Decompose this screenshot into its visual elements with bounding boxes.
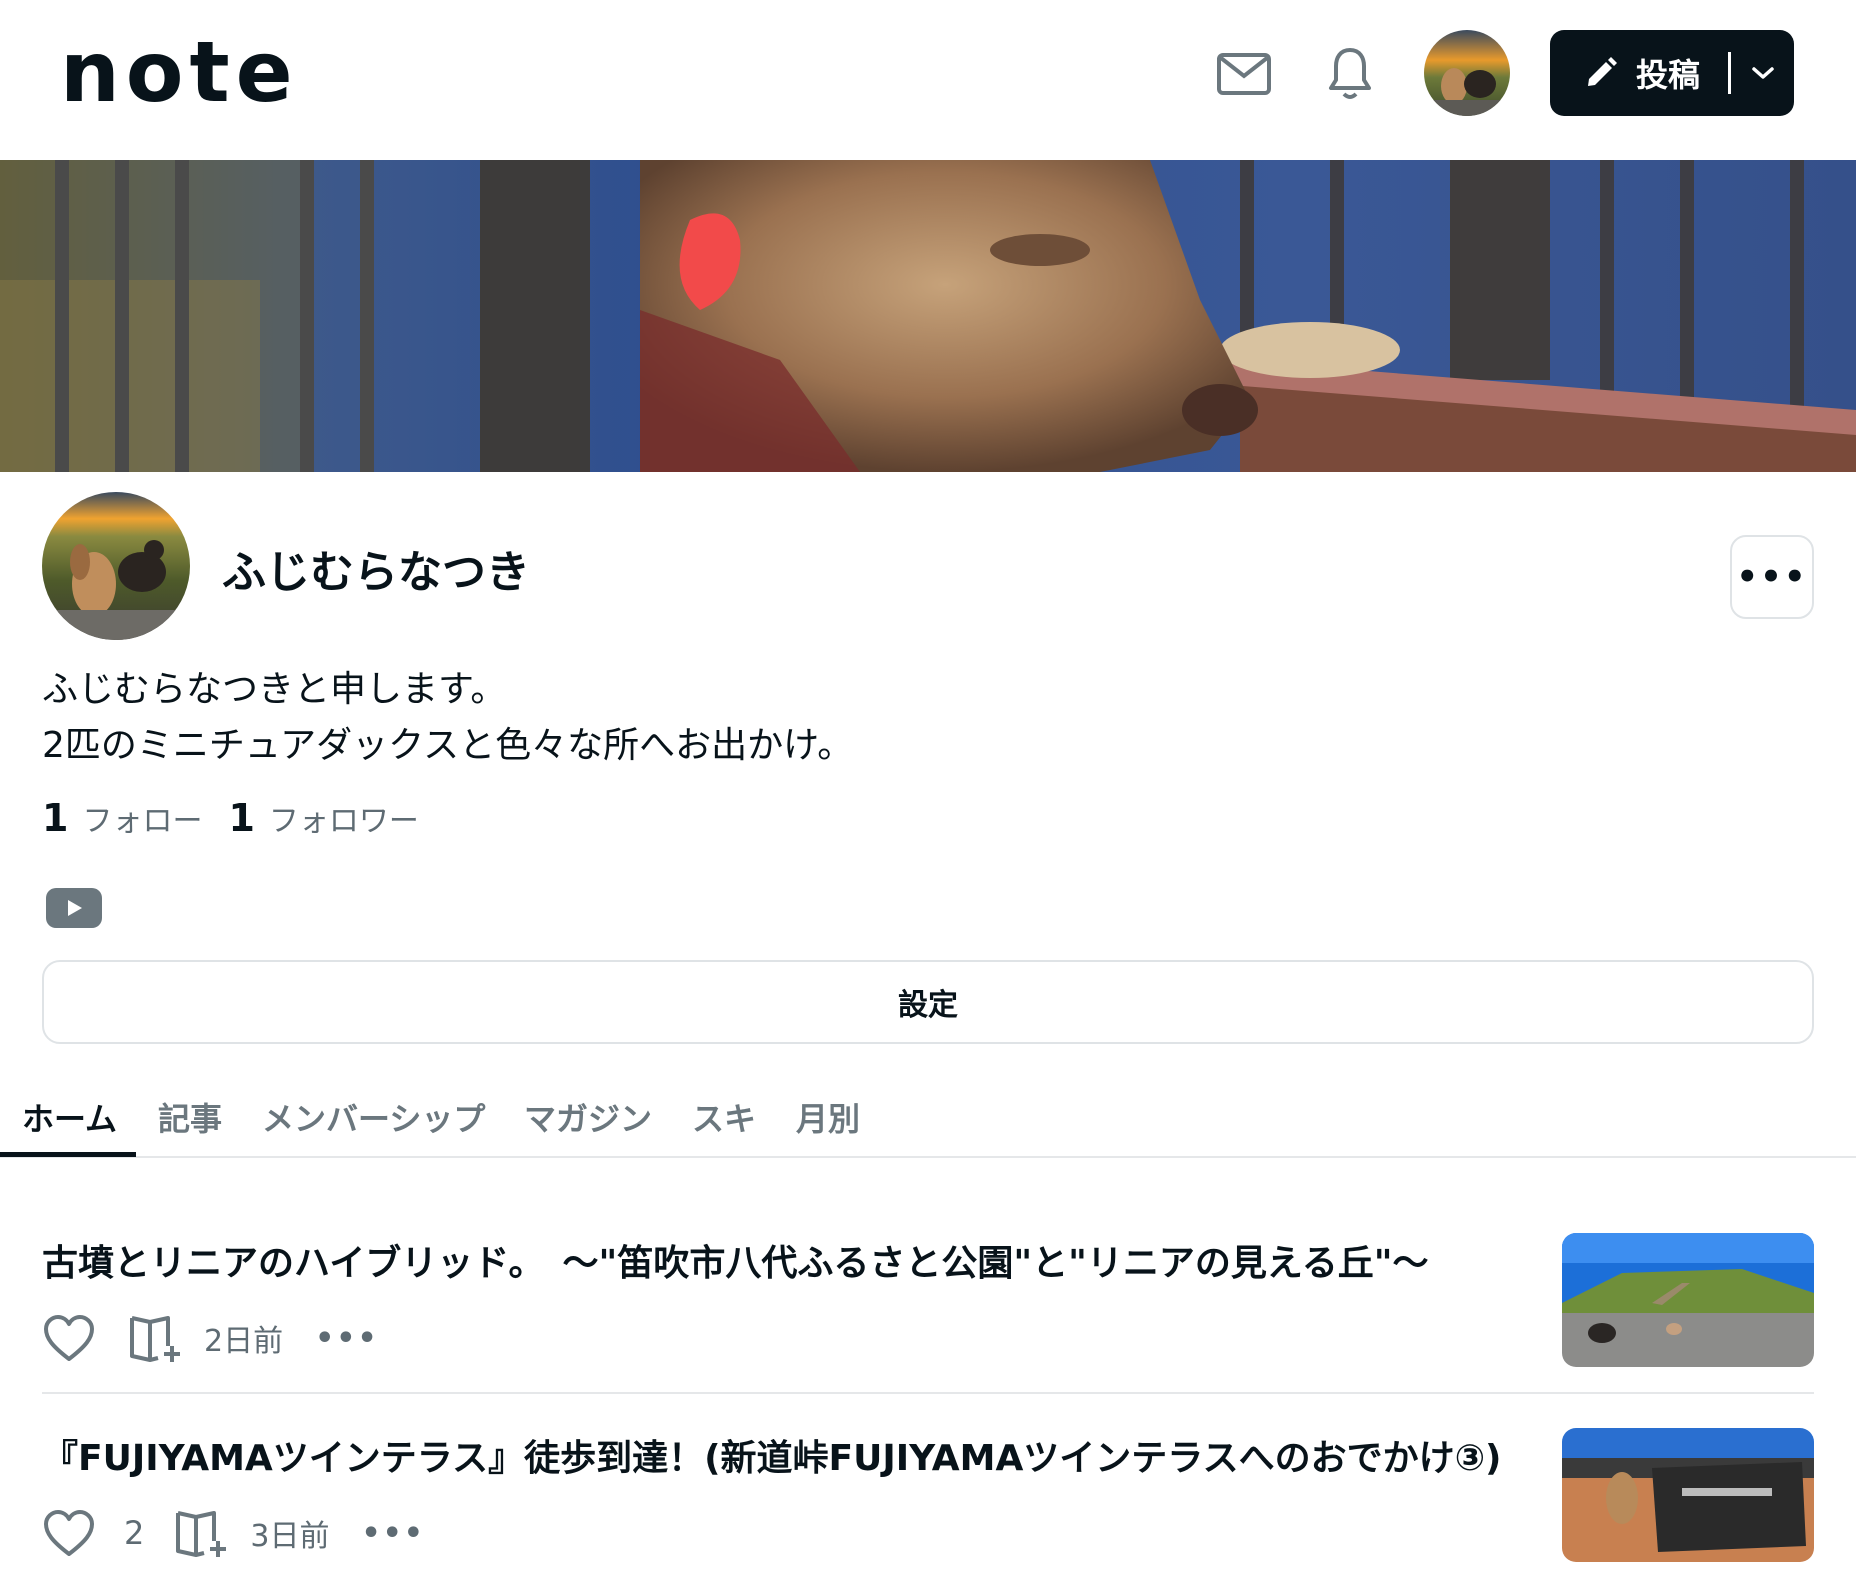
- youtube-icon[interactable]: [46, 888, 102, 928]
- note-logo[interactable]: note: [60, 30, 299, 114]
- profile-name: ふじむらなつき: [222, 547, 530, 598]
- article-time: 2日前: [204, 1324, 284, 1359]
- user-avatar[interactable]: [1424, 30, 1510, 116]
- profile-bio: ふじむらなつきと申します。 2匹のミニチュアダックスと色々な所へお出かけ。: [42, 662, 853, 774]
- tab-monthly[interactable]: 月別: [796, 1094, 860, 1140]
- article-thumbnail[interactable]: [1562, 1428, 1814, 1562]
- like-count[interactable]: 2: [124, 1514, 144, 1552]
- article-item[interactable]: 『FUJIYAMAツインテラス』徒歩到達！(新道峠FUJIYAMAツインテラスへ…: [42, 1425, 1814, 1575]
- article-meta: 2 3日前 •••: [42, 1507, 425, 1559]
- article-item[interactable]: 古墳とリニアのハイブリッド。 〜"笛吹市八代ふるさと公園"と"リニアの見える丘"…: [42, 1230, 1814, 1380]
- profile-avatar[interactable]: [42, 492, 190, 640]
- bell-icon[interactable]: [1318, 42, 1382, 106]
- profile-more-button[interactable]: •••: [1730, 535, 1814, 619]
- post-button[interactable]: 投稿: [1550, 30, 1794, 116]
- tab-magazine[interactable]: マガジン: [524, 1094, 652, 1140]
- heart-icon[interactable]: [42, 1312, 98, 1364]
- profile-tabs: ホーム 記事 メンバーシップ マガジン スキ 月別: [0, 1080, 1856, 1158]
- mail-icon[interactable]: [1212, 42, 1276, 106]
- bio-line: ふじむらなつきと申します。: [42, 669, 507, 710]
- magazine-add-icon[interactable]: [128, 1312, 184, 1364]
- article-title[interactable]: 古墳とリニアのハイブリッド。 〜"笛吹市八代ふるさと公園"と"リニアの見える丘"…: [42, 1234, 1429, 1286]
- pencil-icon: [1584, 54, 1622, 92]
- article-title[interactable]: 『FUJIYAMAツインテラス』徒歩到達！(新道峠FUJIYAMAツインテラスへ…: [42, 1429, 1502, 1481]
- article-time: 3日前: [250, 1519, 330, 1554]
- heart-icon[interactable]: [42, 1507, 98, 1559]
- post-button-label: 投稿: [1636, 56, 1701, 94]
- followers-count[interactable]: 1: [228, 796, 254, 840]
- followers-label[interactable]: フォロワー: [269, 796, 419, 840]
- article-more-button[interactable]: •••: [361, 1516, 425, 1551]
- article-separator: [42, 1392, 1814, 1394]
- tab-likes[interactable]: スキ: [692, 1094, 756, 1140]
- settings-button[interactable]: 設定: [42, 960, 1814, 1044]
- tab-home[interactable]: ホーム: [22, 1094, 117, 1140]
- tab-articles[interactable]: 記事: [158, 1094, 222, 1140]
- bio-line: 2匹のミニチュアダックスと色々な所へお出かけ。: [42, 725, 854, 766]
- cover-image: [0, 160, 1856, 472]
- follow-stats: 1 フォロー 1 フォロワー: [42, 796, 445, 840]
- active-tab-indicator: [0, 1152, 136, 1157]
- following-count[interactable]: 1: [42, 796, 68, 840]
- magazine-add-icon[interactable]: [174, 1507, 230, 1559]
- post-button-divider: [1728, 52, 1732, 94]
- chevron-down-icon[interactable]: [1751, 58, 1781, 88]
- article-thumbnail[interactable]: [1562, 1233, 1814, 1367]
- header: note 投稿: [0, 0, 1856, 160]
- article-meta: 2日前 •••: [42, 1312, 379, 1364]
- tab-membership[interactable]: メンバーシップ: [262, 1094, 485, 1140]
- following-label[interactable]: フォロー: [82, 796, 202, 840]
- article-more-button[interactable]: •••: [315, 1321, 379, 1356]
